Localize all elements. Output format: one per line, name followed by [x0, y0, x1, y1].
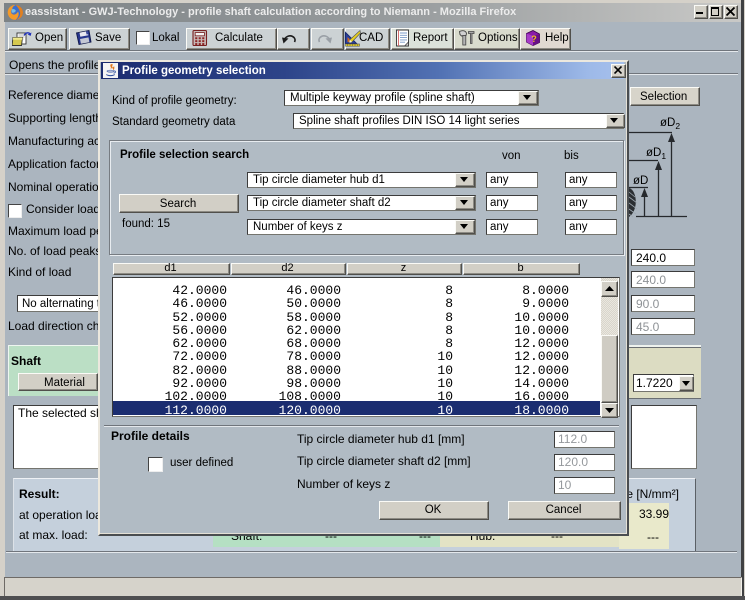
svg-text:?: ? — [531, 34, 537, 44]
